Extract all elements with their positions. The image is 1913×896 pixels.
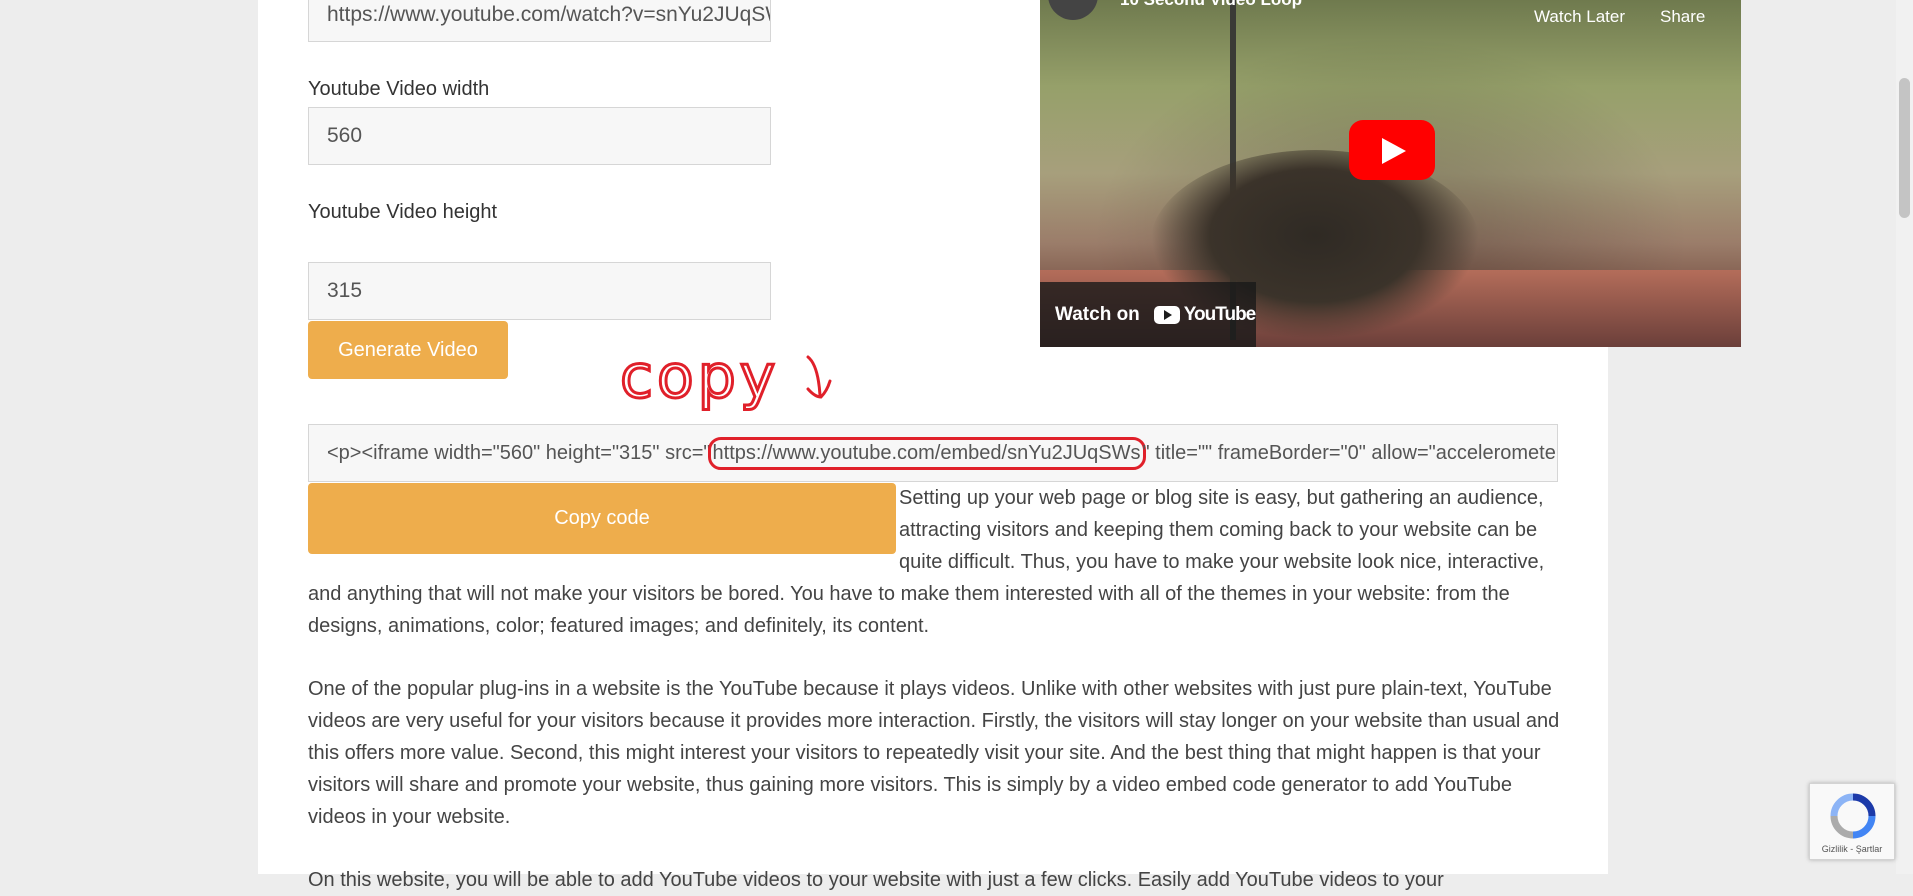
embed-code-url: https://www.youtube.com/embed/snYu2JUqSW… <box>707 436 1146 470</box>
watch-later-button[interactable]: Watch Later <box>1534 7 1625 27</box>
embed-code-prefix: <p><iframe width="560" height="315" src=… <box>327 441 711 464</box>
youtube-wordmark: YouTube <box>1183 303 1256 325</box>
video-url-input[interactable]: https://www.youtube.com/watch?v=snYu2JUq… <box>308 0 771 42</box>
article-paragraph-1: Setting up your web page or blog site is… <box>308 482 1568 642</box>
video-title[interactable]: 10 Second Video Loop <box>1120 0 1302 10</box>
watch-on-label: Watch on <box>1055 303 1140 325</box>
video-width-value: 560 <box>327 124 363 147</box>
youtube-logo-icon <box>1153 305 1180 324</box>
article-paragraph-2: One of the popular plug-ins in a website… <box>308 678 1560 828</box>
watch-on-youtube-link[interactable]: Watch on YouTube <box>1040 282 1256 347</box>
video-width-input[interactable]: 560 <box>308 107 771 165</box>
copy-annotation: copy <box>619 341 832 414</box>
video-height-input[interactable]: 315 <box>308 262 771 320</box>
recaptcha-badge[interactable]: Gizlilik - Şartlar <box>1809 783 1895 860</box>
recaptcha-icon <box>1830 793 1876 839</box>
generate-video-button[interactable]: Generate Video <box>308 321 508 379</box>
embed-code-field[interactable]: <p><iframe width="560" height="315" src=… <box>308 424 1558 482</box>
width-label: Youtube Video width <box>308 78 490 100</box>
play-icon[interactable] <box>1349 120 1435 180</box>
share-button[interactable]: Share <box>1660 7 1705 27</box>
arrow-icon <box>806 355 832 399</box>
recaptcha-privacy-link[interactable]: Gizlilik <box>1822 844 1848 854</box>
video-height-value: 315 <box>327 279 363 302</box>
embed-code-suffix: " title="" frameBorder="0" allow="accele… <box>1142 441 1558 464</box>
page-scrollbar[interactable] <box>1896 0 1913 874</box>
video-url-value: https://www.youtube.com/watch?v=snYu2JUq… <box>327 3 771 26</box>
copy-annotation-text: copy <box>620 342 779 412</box>
height-label: Youtube Video height <box>308 201 498 223</box>
main-content: https://www.youtube.com/watch?v=snYu2JUq… <box>258 0 1741 891</box>
recaptcha-separator: - <box>1847 844 1856 854</box>
video-player[interactable]: 10 Second Video Loop Watch Later Share W… <box>1040 0 1741 347</box>
recaptcha-terms-link[interactable]: Şartlar <box>1856 844 1883 854</box>
article-paragraph-3: On this website, you will be able to add… <box>308 869 1444 891</box>
scrollbar-thumb[interactable] <box>1899 78 1910 218</box>
float-spacer <box>308 482 899 576</box>
channel-avatar[interactable] <box>1048 0 1098 20</box>
